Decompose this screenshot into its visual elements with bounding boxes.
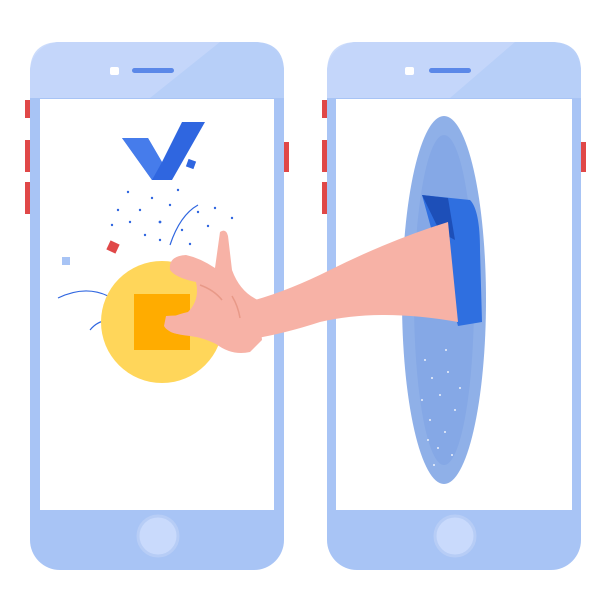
speaker-grille bbox=[132, 68, 174, 73]
speaker-grille bbox=[429, 68, 471, 73]
camera-icon bbox=[405, 67, 414, 75]
home-button bbox=[433, 514, 477, 558]
illustration-scene bbox=[0, 0, 610, 610]
camera-icon bbox=[110, 67, 119, 75]
home-button bbox=[136, 514, 180, 558]
confetti-square bbox=[62, 257, 70, 265]
phones-illustration bbox=[25, 42, 586, 570]
